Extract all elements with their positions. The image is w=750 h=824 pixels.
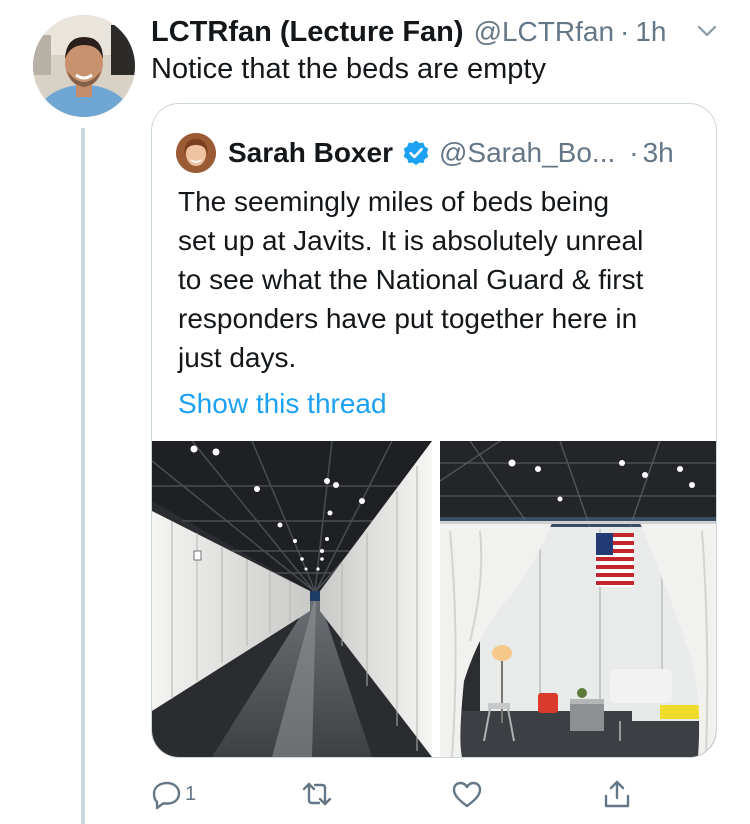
- media-photo-bed-bay[interactable]: [440, 441, 716, 757]
- media-photo-corridor[interactable]: [152, 441, 432, 757]
- share-icon: [604, 780, 630, 808]
- reply-icon: [152, 781, 181, 810]
- author-avatar[interactable]: [33, 15, 135, 117]
- author-handle[interactable]: @LCTRfan: [474, 16, 614, 48]
- quoted-display-name: Sarah Boxer: [228, 137, 393, 168]
- quoted-text-line: The seemingly miles of beds being: [178, 186, 610, 217]
- quoted-text-line: responders have put together here in: [178, 303, 638, 334]
- quoted-time: 3h: [642, 137, 674, 168]
- show-thread-link[interactable]: Show this thread: [178, 388, 387, 420]
- tweet-header: LCTRfan (Lecture Fan) @LCTRfan · 1h: [151, 14, 736, 50]
- tweet-time[interactable]: 1h: [635, 16, 666, 48]
- quoted-text-line: to see what the National Guard & first: [178, 264, 644, 295]
- quoted-author-avatar: [176, 133, 216, 173]
- reply-button[interactable]: 1: [151, 776, 196, 812]
- thread-line: [81, 128, 85, 824]
- like-button[interactable]: [451, 776, 483, 812]
- quoted-tweet-header: Sarah Boxer @Sarah_Bo... · 3h: [228, 134, 674, 172]
- tweet-text: Notice that the beds are empty: [151, 53, 546, 85]
- author-display-name[interactable]: LCTRfan (Lecture Fan): [151, 16, 464, 49]
- tweet-actions: 1: [151, 776, 630, 812]
- header-separator: ·: [620, 16, 630, 47]
- retweet-button[interactable]: [301, 776, 333, 812]
- verified-badge-icon: [403, 140, 429, 166]
- quoted-text-line: set up at Javits. It is absolutely unrea…: [178, 225, 644, 256]
- share-button[interactable]: [601, 776, 633, 812]
- quoted-tweet-card[interactable]: Sarah Boxer @Sarah_Bo... · 3h The seemin…: [151, 103, 717, 758]
- quoted-tweet-text: The seemingly miles of beds being set up…: [178, 182, 708, 377]
- reply-count: 1: [185, 782, 197, 805]
- quoted-header-separator: ·: [629, 137, 639, 168]
- like-icon: [452, 781, 482, 808]
- quoted-handle: @Sarah_Bo...: [438, 137, 616, 168]
- chevron-down-icon[interactable]: [696, 20, 718, 42]
- retweet-icon: [302, 782, 332, 806]
- quoted-text-line: just days.: [178, 342, 297, 373]
